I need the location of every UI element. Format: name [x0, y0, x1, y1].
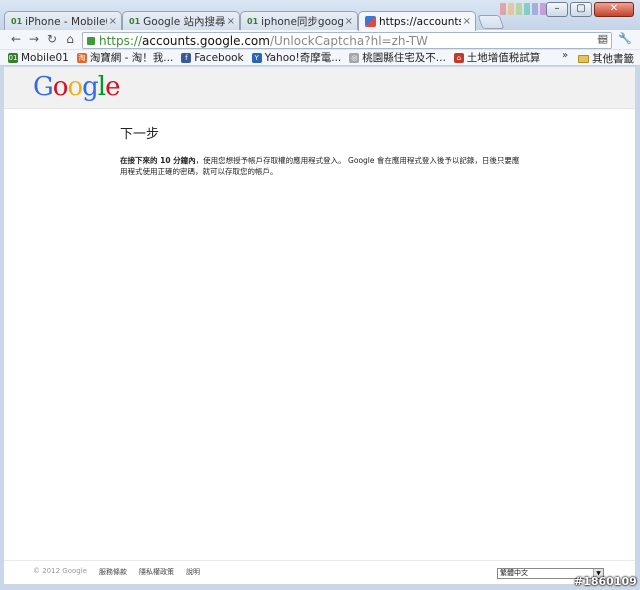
- back-arrow-icon[interactable]: ←: [8, 32, 24, 46]
- bookmark-label: 桃園縣住宅及不...: [362, 52, 446, 64]
- tab-close-icon[interactable]: ×: [109, 16, 117, 27]
- logo-letter: e: [105, 72, 120, 102]
- mobile01-icon: 01: [11, 17, 23, 26]
- tab-iphone-mobile01[interactable]: 01 iPhone - Mobile01 ×: [4, 11, 122, 31]
- window-controls: – ▢ ✕: [546, 2, 634, 17]
- other-bookmarks-label: 其他書籤: [592, 53, 634, 65]
- lock-icon: [87, 36, 95, 45]
- tab-title: iphone同步google c: [261, 16, 342, 28]
- google-logo[interactable]: Google: [33, 72, 120, 102]
- tab-google-accounts[interactable]: https://accounts.goo ×: [358, 11, 476, 31]
- tab-title: https://accounts.goo: [379, 15, 461, 28]
- page-title: 下一步: [120, 127, 160, 142]
- help-link[interactable]: 說明: [186, 567, 200, 577]
- web-page: Google 下一步 在接下來的 10 分鐘內，使用您想授予帳戶存取權的應用程式…: [4, 67, 635, 584]
- bookmark-label: Facebook: [194, 51, 244, 64]
- bookmark-taobao[interactable]: 淘 淘寶網 - 淘！我...: [76, 50, 174, 65]
- logo-letter: o: [67, 72, 83, 102]
- house-icon: ⌂: [453, 52, 464, 63]
- page-footer: © 2012 Google 服務條款 隱私權政策 說明 繁體中文 ▼: [4, 560, 635, 582]
- bookmark-mobile01[interactable]: 01 Mobile01: [8, 52, 69, 64]
- tab-title: Google 站內搜尋 - M: [143, 16, 225, 28]
- address-bar[interactable]: https:// accounts.google.com /UnlockCapt…: [82, 32, 612, 49]
- logo-letter: l: [97, 72, 106, 102]
- taobao-icon: 淘: [76, 52, 87, 63]
- tab-close-icon[interactable]: ×: [227, 16, 235, 27]
- navigation-toolbar: ← → ↻ ⌂ https:// accounts.google.com /Un…: [0, 30, 640, 50]
- logo-letter: o: [52, 72, 69, 102]
- page-menu-icon[interactable]: ▤: [596, 32, 610, 46]
- tab-close-icon[interactable]: ×: [345, 16, 353, 27]
- watermark-text: #1860109: [574, 575, 637, 588]
- mobile01-icon: 01: [247, 17, 259, 26]
- language-selected: 繁體中文: [500, 569, 528, 577]
- minimize-button[interactable]: –: [546, 2, 568, 17]
- yahoo-icon: Y: [251, 52, 262, 63]
- tab-close-icon[interactable]: ×: [463, 16, 471, 27]
- bookmark-label: Yahoo!奇摩電...: [264, 52, 342, 64]
- maximize-button[interactable]: ▢: [570, 2, 592, 17]
- terms-link[interactable]: 服務條款: [99, 567, 127, 577]
- tab-title: iPhone - Mobile01: [25, 15, 106, 28]
- tab-google-site-search[interactable]: 01 Google 站內搜尋 - M ×: [122, 11, 240, 31]
- url-host: accounts.google.com: [142, 33, 270, 48]
- logo-letter: G: [33, 72, 54, 102]
- tab-strip: 01 iPhone - Mobile01 × 01 Google 站內搜尋 - …: [4, 11, 476, 31]
- bookmark-facebook[interactable]: f Facebook: [181, 51, 244, 64]
- footer-links: © 2012 Google 服務條款 隱私權政策 說明: [33, 567, 200, 577]
- wrench-icon[interactable]: 🔧: [618, 32, 632, 46]
- facebook-icon: f: [181, 52, 192, 63]
- logo-letter: g: [82, 72, 99, 102]
- forward-arrow-icon[interactable]: →: [26, 32, 42, 46]
- url-path: /UnlockCaptcha?hl=zh-TW: [269, 33, 428, 48]
- privacy-link[interactable]: 隱私權政策: [139, 567, 174, 577]
- page-header: Google: [4, 67, 635, 109]
- url-scheme: https://: [99, 33, 143, 48]
- bookmark-taoyuan-housing[interactable]: ◎ 桃園縣住宅及不...: [349, 50, 446, 65]
- bookmark-land-tax[interactable]: ⌂ 土地增值税試算: [453, 50, 541, 65]
- new-tab-button[interactable]: [477, 15, 505, 29]
- tab-iphone-sync-google[interactable]: 01 iphone同步google c ×: [240, 11, 358, 31]
- bookmark-label: Mobile01: [21, 51, 69, 64]
- bookmark-label: 土地增值税試算: [466, 52, 541, 64]
- reload-icon[interactable]: ↻: [44, 32, 60, 46]
- instructions-bold: 在接下來的 10 分鐘內: [120, 156, 196, 165]
- bookmark-label: 淘寶網 - 淘！我...: [89, 52, 174, 64]
- folder-icon: [578, 54, 589, 63]
- mobile01-icon: 01: [129, 17, 141, 26]
- bookmarks-overflow-chevron-icon[interactable]: »: [562, 50, 568, 61]
- bookmarks-bar: 01 Mobile01 淘 淘寶網 - 淘！我... f Facebook Y …: [0, 50, 640, 66]
- close-window-button[interactable]: ✕: [594, 2, 634, 17]
- google-accounts-icon: [365, 16, 376, 27]
- browser-window: – ▢ ✕ 01 iPhone - Mobile01 × 01 Google 站…: [0, 0, 640, 590]
- globe-icon: ◎: [349, 52, 360, 63]
- mobile01-icon: 01: [8, 52, 18, 63]
- home-icon[interactable]: ⌂: [62, 32, 78, 46]
- bookmark-yahoo[interactable]: Y Yahoo!奇摩電...: [251, 50, 342, 65]
- instructions-text: 在接下來的 10 分鐘內，使用您想授予帳戶存取權的應用程式登入。 Google …: [120, 155, 520, 177]
- copyright-text: © 2012 Google: [33, 567, 87, 575]
- main-content: 下一步 在接下來的 10 分鐘內，使用您想授予帳戶存取權的應用程式登入。 Goo…: [120, 123, 520, 177]
- other-bookmarks-folder[interactable]: 其他書籤: [578, 51, 634, 66]
